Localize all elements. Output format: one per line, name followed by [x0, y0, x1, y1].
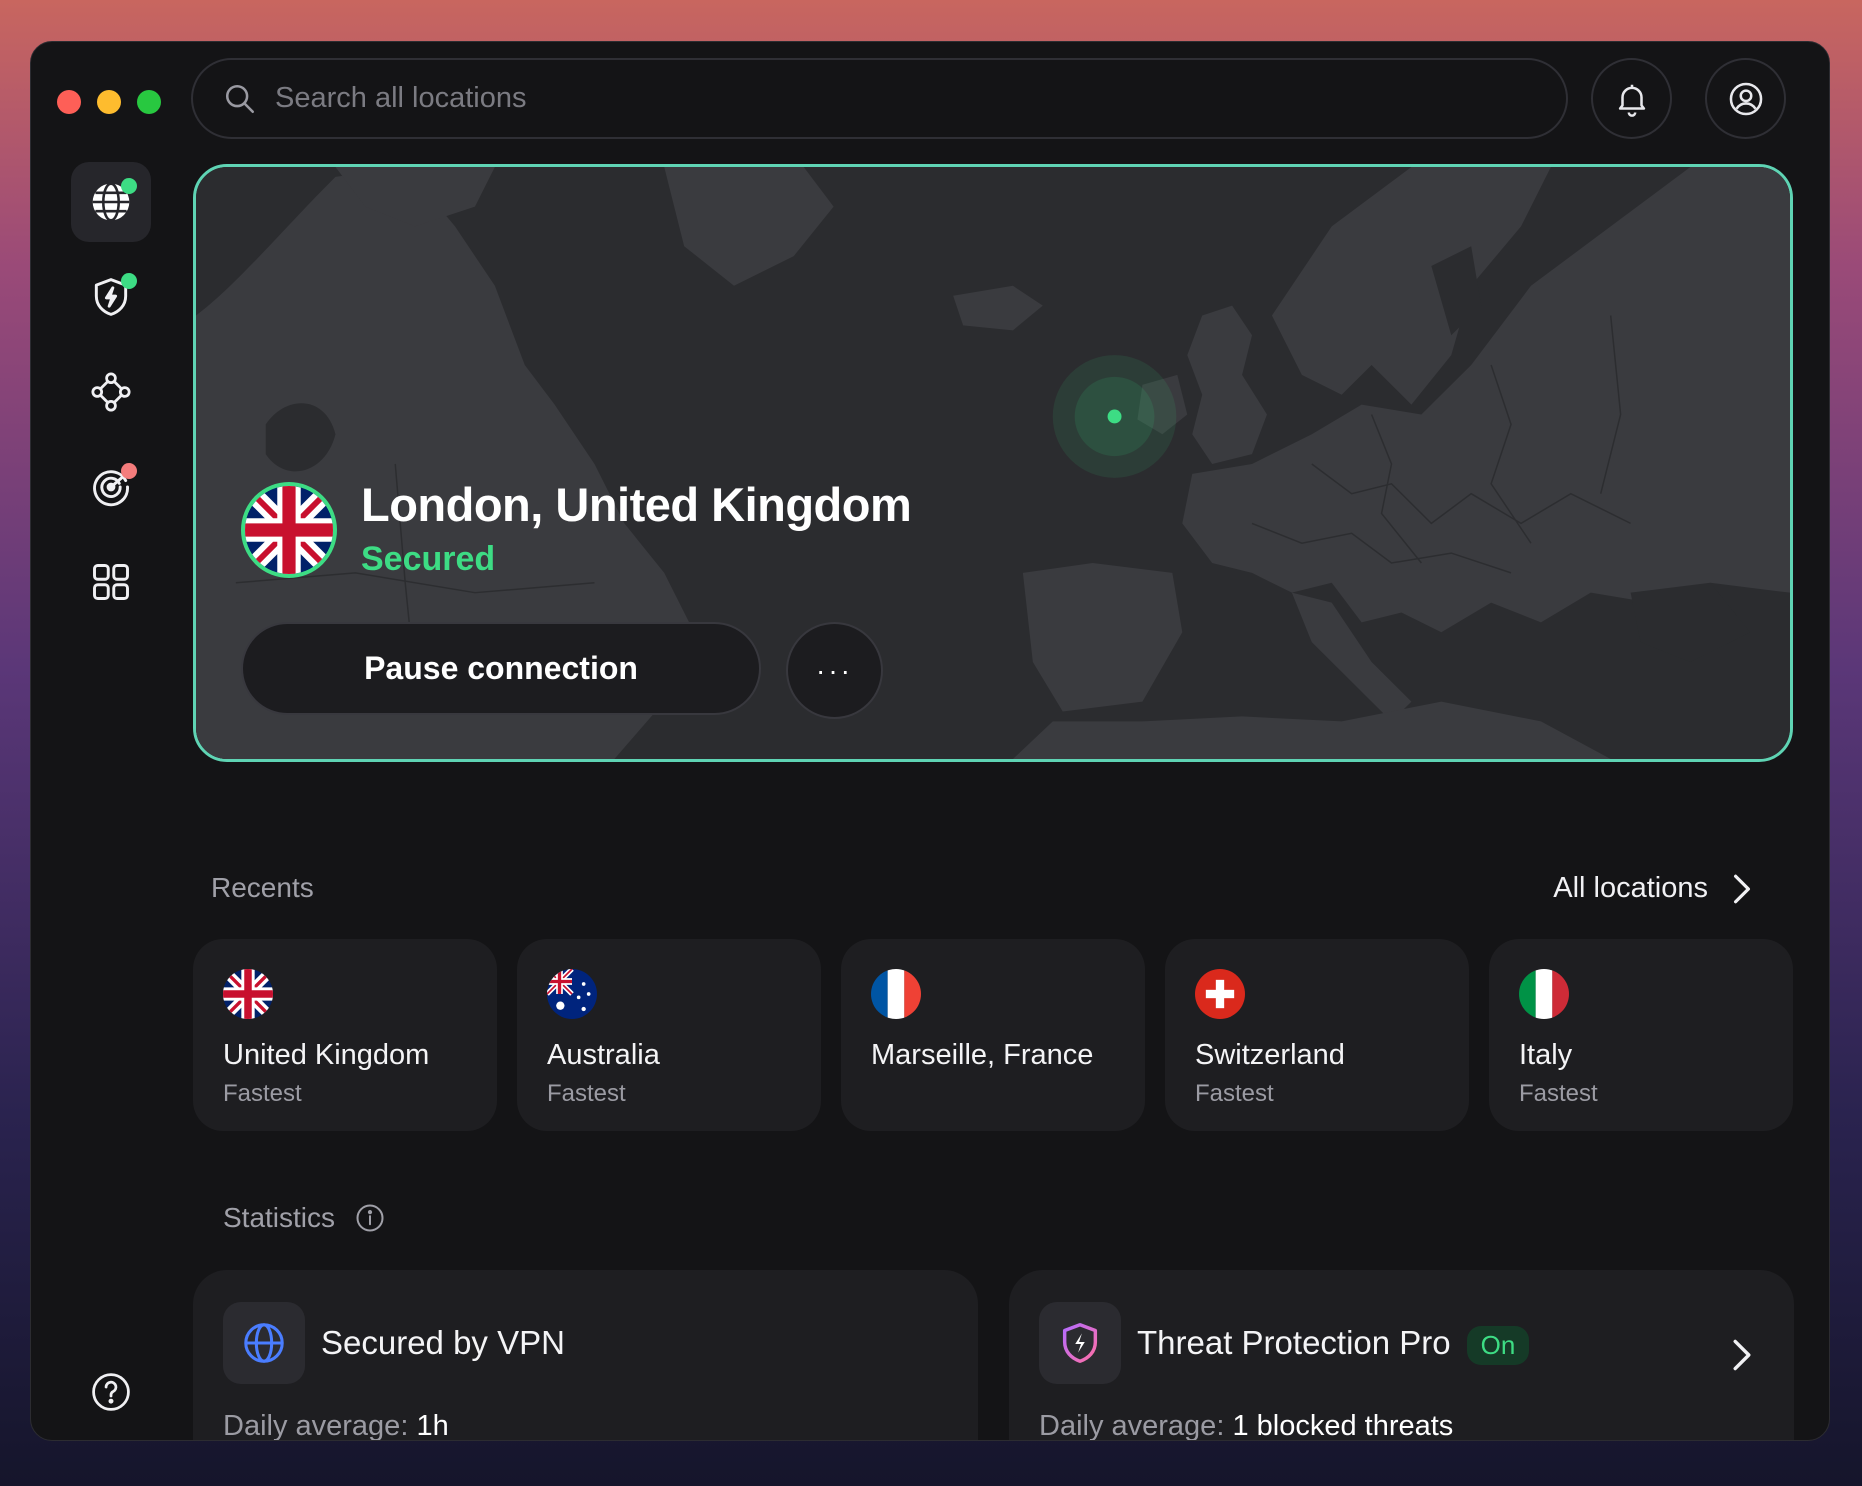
sidebar-item-vpn[interactable] — [71, 162, 151, 242]
recent-location-card[interactable]: Switzerland Fastest — [1165, 939, 1469, 1131]
recent-location-name: Italy — [1519, 1039, 1573, 1071]
recent-location-card[interactable]: Australia Fastest — [517, 939, 821, 1131]
vpn-stats-card[interactable]: Secured by VPN Daily average: 1h — [193, 1270, 978, 1441]
user-icon — [1729, 82, 1762, 115]
vpn-stats-icon-box — [223, 1302, 305, 1384]
uk-flag-icon — [241, 482, 337, 578]
monitor-alert-dot — [121, 463, 137, 479]
help-button[interactable] — [71, 1352, 151, 1432]
connection-map-card: London, United Kingdom Secured Pause con… — [193, 164, 1793, 762]
chevron-right-icon[interactable] — [1730, 1338, 1754, 1372]
connected-location-title: London, United Kingdom — [361, 478, 912, 531]
search-icon — [225, 84, 255, 113]
recent-location-sub: Fastest — [1519, 1080, 1598, 1107]
threat-stats-title-row: Threat Protection Pro On — [1137, 1324, 1530, 1365]
recent-location-name: United Kingdom — [223, 1039, 430, 1071]
sidebar-item-apps[interactable] — [71, 542, 151, 622]
threat-status-dot — [121, 273, 137, 289]
threat-stats-icon-box — [1039, 1302, 1121, 1384]
grid-icon — [93, 564, 129, 600]
globe-icon — [244, 1323, 284, 1363]
recent-location-sub: Fastest — [547, 1080, 626, 1107]
close-window-button[interactable] — [57, 90, 81, 114]
account-button[interactable] — [1705, 58, 1786, 139]
recent-location-sub: Fastest — [223, 1080, 302, 1107]
uk-flag-icon — [223, 969, 273, 1019]
recent-location-name: Switzerland — [1195, 1039, 1345, 1071]
italy-flag-icon — [1519, 969, 1569, 1019]
recent-location-card[interactable]: Marseille, France — [841, 939, 1145, 1131]
threat-stats-title: Threat Protection Pro — [1137, 1324, 1451, 1361]
search-bar[interactable] — [191, 58, 1568, 139]
vpn-daily-average: Daily average: 1h — [223, 1410, 449, 1441]
statistics-label: Statistics — [223, 1202, 336, 1233]
recent-location-sub: Fastest — [1195, 1080, 1274, 1107]
meshnet-icon — [91, 372, 131, 412]
window-controls — [57, 90, 161, 114]
bell-icon — [1618, 84, 1645, 117]
australia-flag-icon — [547, 969, 597, 1019]
recent-location-card[interactable]: United Kingdom Fastest — [193, 939, 497, 1131]
recents-list: United Kingdom Fastest Australia Fastest… — [193, 939, 1793, 1131]
statistics-heading: Statistics — [223, 1202, 385, 1234]
vpn-stats-title: Secured by VPN — [321, 1324, 565, 1361]
threat-daily-value: 1 blocked threats — [1232, 1410, 1454, 1441]
threat-daily-average: Daily average: 1 blocked threats — [1039, 1410, 1454, 1441]
recent-location-name: Australia — [547, 1039, 660, 1071]
info-icon[interactable] — [355, 1203, 385, 1233]
pause-connection-button[interactable]: Pause connection — [241, 622, 761, 715]
all-locations-link[interactable]: All locations — [1553, 872, 1754, 905]
chevron-right-icon — [1734, 874, 1750, 903]
sidebar-item-meshnet[interactable] — [71, 352, 151, 432]
zoom-window-button[interactable] — [137, 90, 161, 114]
vpn-status-dot — [121, 178, 137, 194]
more-options-button[interactable]: ··· — [786, 622, 883, 719]
recents-heading: Recents — [211, 872, 314, 903]
all-locations-label: All locations — [1553, 872, 1708, 904]
sidebar-item-threat-protection[interactable] — [71, 257, 151, 337]
shield-bolt-icon — [1062, 1323, 1098, 1363]
minimize-window-button[interactable] — [97, 90, 121, 114]
help-icon — [92, 1373, 130, 1411]
notifications-button[interactable] — [1591, 58, 1672, 139]
sidebar-item-dark-web-monitor[interactable] — [71, 447, 151, 527]
status-badge: On — [1466, 1325, 1530, 1365]
connection-status: Secured — [361, 540, 496, 578]
threat-protection-stats-card[interactable]: Threat Protection Pro On Daily average: 1… — [1009, 1270, 1794, 1441]
recent-location-card[interactable]: Italy Fastest — [1489, 939, 1793, 1131]
app-window: London, United Kingdom Secured Pause con… — [30, 41, 1830, 1441]
vpn-daily-value: 1h — [416, 1410, 449, 1441]
france-flag-icon — [871, 969, 921, 1019]
switzerland-flag-icon — [1195, 969, 1245, 1019]
recent-location-name: Marseille, France — [871, 1039, 1094, 1071]
threat-daily-label: Daily average: — [1039, 1410, 1225, 1441]
vpn-daily-label: Daily average: — [223, 1410, 409, 1441]
search-input[interactable] — [275, 82, 1475, 115]
